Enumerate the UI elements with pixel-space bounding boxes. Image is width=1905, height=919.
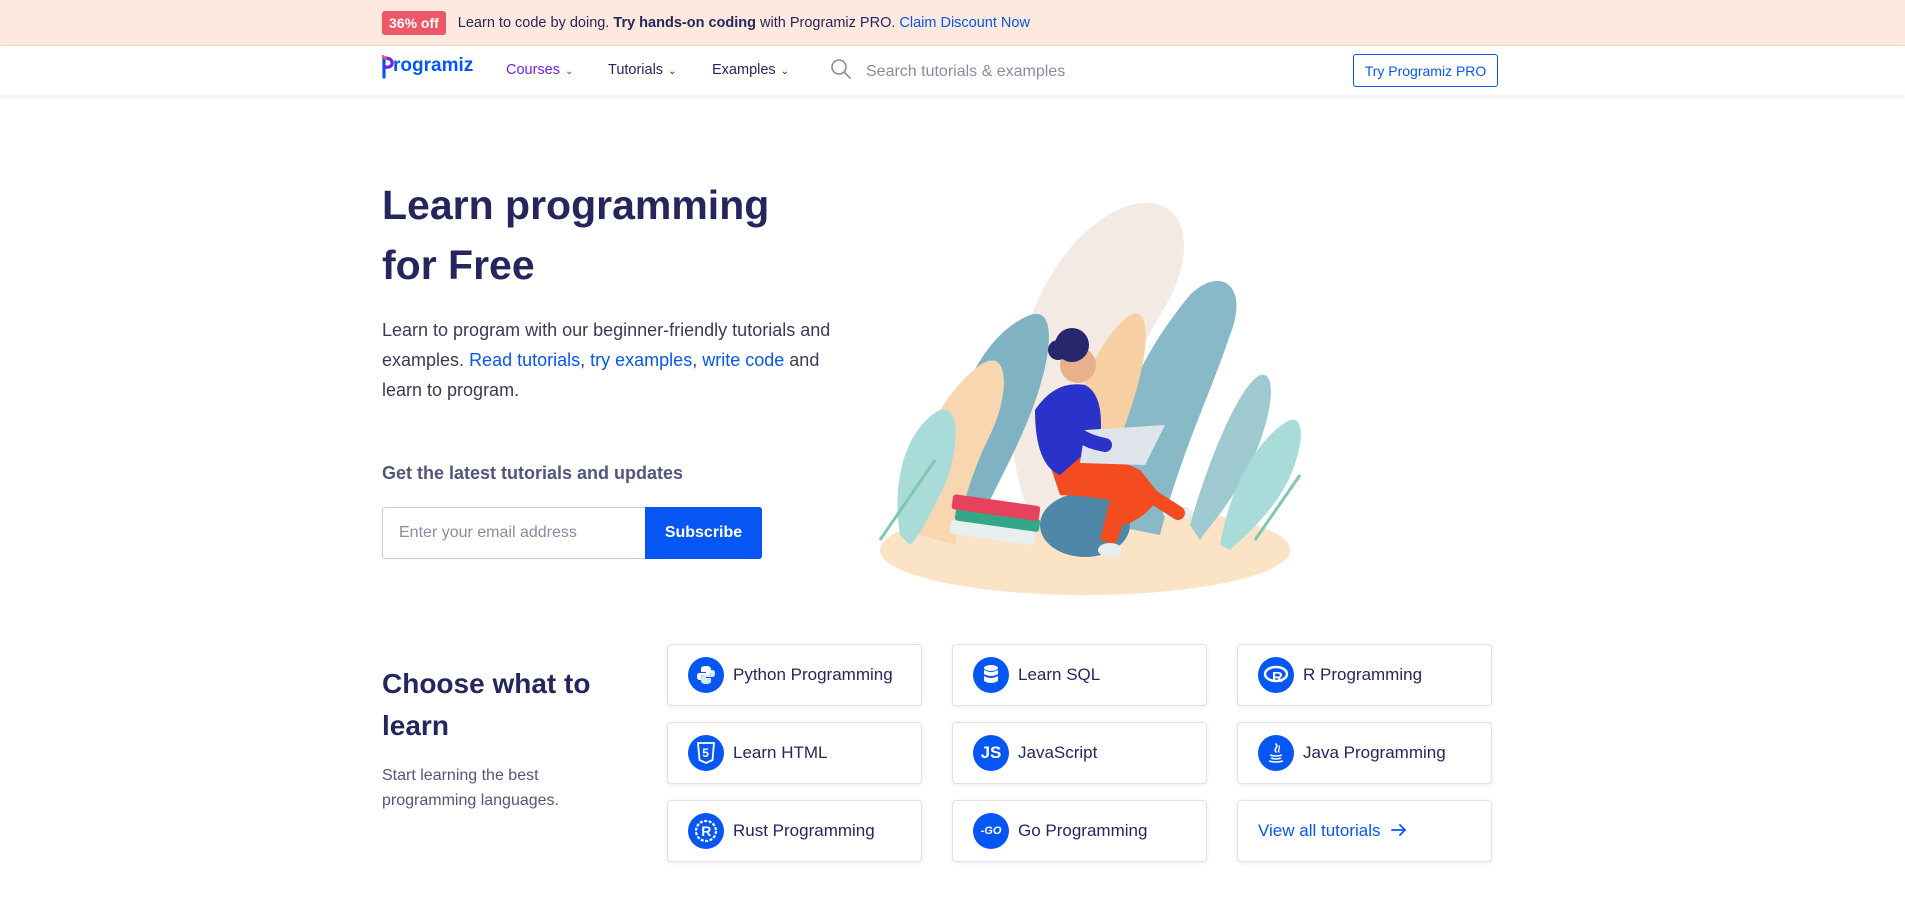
hero-title-line1: Learn programming	[382, 182, 770, 228]
logo-text: rogramiz	[393, 55, 474, 76]
java-icon	[1258, 735, 1294, 771]
hero-description: Learn to program with our beginner-frien…	[382, 315, 842, 405]
card-label: Python Programming	[733, 665, 893, 684]
promo-bar: 36% off Learn to code by doing. Try hand…	[0, 0, 1905, 46]
card-label: Java Programming	[1303, 743, 1446, 762]
email-field[interactable]	[382, 507, 645, 559]
nav-tutorials[interactable]: Tutorials ⌄	[608, 62, 676, 78]
html5-icon: 5	[688, 735, 724, 771]
view-all-tutorials-card[interactable]: View all tutorials	[1237, 800, 1492, 862]
card-label: Learn SQL	[1018, 665, 1101, 684]
r-icon-text: R	[1272, 669, 1283, 686]
r-icon: R	[1258, 657, 1294, 693]
html5-icon-text: 5	[702, 746, 709, 760]
card-javascript[interactable]: JS JavaScript	[952, 722, 1207, 784]
try-pro-button[interactable]: Try Programiz PRO	[1353, 54, 1498, 87]
card-sql[interactable]: Learn SQL	[952, 644, 1207, 706]
card-r[interactable]: R R Programming	[1237, 644, 1492, 706]
hero-title: Learn programming for Free	[382, 175, 842, 295]
card-label: Go Programming	[1018, 821, 1148, 840]
promo-text-after: with Programiz PRO.	[760, 15, 896, 31]
promo-strong-text: Try hands-on coding	[613, 15, 756, 31]
choose-description: Start learning the best programming lang…	[382, 767, 559, 809]
chevron-down-icon: ⌄	[780, 65, 790, 77]
hero-title-line2: for Free	[382, 242, 535, 288]
rust-icon: R	[688, 813, 724, 849]
promo-text: Learn to code by doing.	[457, 15, 610, 31]
python-icon	[688, 657, 724, 693]
js-icon-text: JS	[980, 743, 1002, 762]
try-examples-link[interactable]: try examples	[590, 350, 692, 370]
nav-courses-label: Courses	[506, 62, 560, 78]
separator: ,	[580, 350, 586, 370]
arrow-right-icon	[1390, 821, 1407, 842]
separator: ,	[692, 350, 698, 370]
nav-courses[interactable]: Courses ⌄	[506, 62, 573, 78]
card-label: Learn HTML	[733, 743, 828, 762]
card-rust[interactable]: R Rust Programming	[667, 800, 922, 862]
card-python[interactable]: Python Programming	[667, 644, 922, 706]
card-label: R Programming	[1303, 665, 1423, 684]
nav-examples-label: Examples	[712, 62, 776, 78]
view-all-label: View all tutorials	[1258, 821, 1381, 840]
subscribe-button[interactable]: Subscribe	[645, 507, 762, 559]
subscribe-heading: Get the latest tutorials and updates	[382, 463, 684, 483]
card-html[interactable]: 5 Learn HTML	[667, 722, 922, 784]
card-java[interactable]: Java Programming	[1237, 722, 1492, 784]
chevron-down-icon: ⌄	[668, 65, 677, 77]
logo-mark-icon	[381, 54, 394, 79]
write-code-link[interactable]: write code	[702, 350, 784, 370]
database-icon	[973, 657, 1009, 693]
chevron-down-icon: ⌄	[565, 65, 574, 77]
search-icon	[830, 58, 852, 85]
top-navigation: rogramiz Courses ⌄ Tutorials ⌄ Examples …	[0, 46, 1905, 95]
read-tutorials-link[interactable]: Read tutorials	[469, 350, 580, 370]
nav-tutorials-label: Tutorials	[608, 62, 664, 78]
promo-content: 36% off Learn to code by doing. Try hand…	[382, 11, 1030, 35]
claim-discount-link[interactable]: Claim Discount Now	[899, 15, 1030, 31]
card-go[interactable]: -GO Go Programming	[952, 800, 1207, 862]
js-icon: JS	[973, 735, 1009, 771]
choose-title: Choose what to learn	[382, 668, 591, 741]
search-input[interactable]	[864, 61, 1248, 82]
go-icon: -GO	[973, 813, 1009, 849]
hero-illustration	[860, 195, 1310, 605]
card-label: JavaScript	[1018, 743, 1098, 762]
go-icon-text: -GO	[980, 825, 1002, 837]
search-box[interactable]	[830, 58, 1270, 85]
rust-icon-text: R	[701, 823, 711, 839]
card-label: Rust Programming	[733, 821, 875, 840]
programiz-logo[interactable]: rogramiz	[381, 54, 474, 79]
view-all-tutorials-link[interactable]: View all tutorials	[1258, 821, 1407, 842]
nav-examples[interactable]: Examples ⌄	[712, 62, 789, 78]
discount-badge: 36% off	[382, 11, 446, 35]
